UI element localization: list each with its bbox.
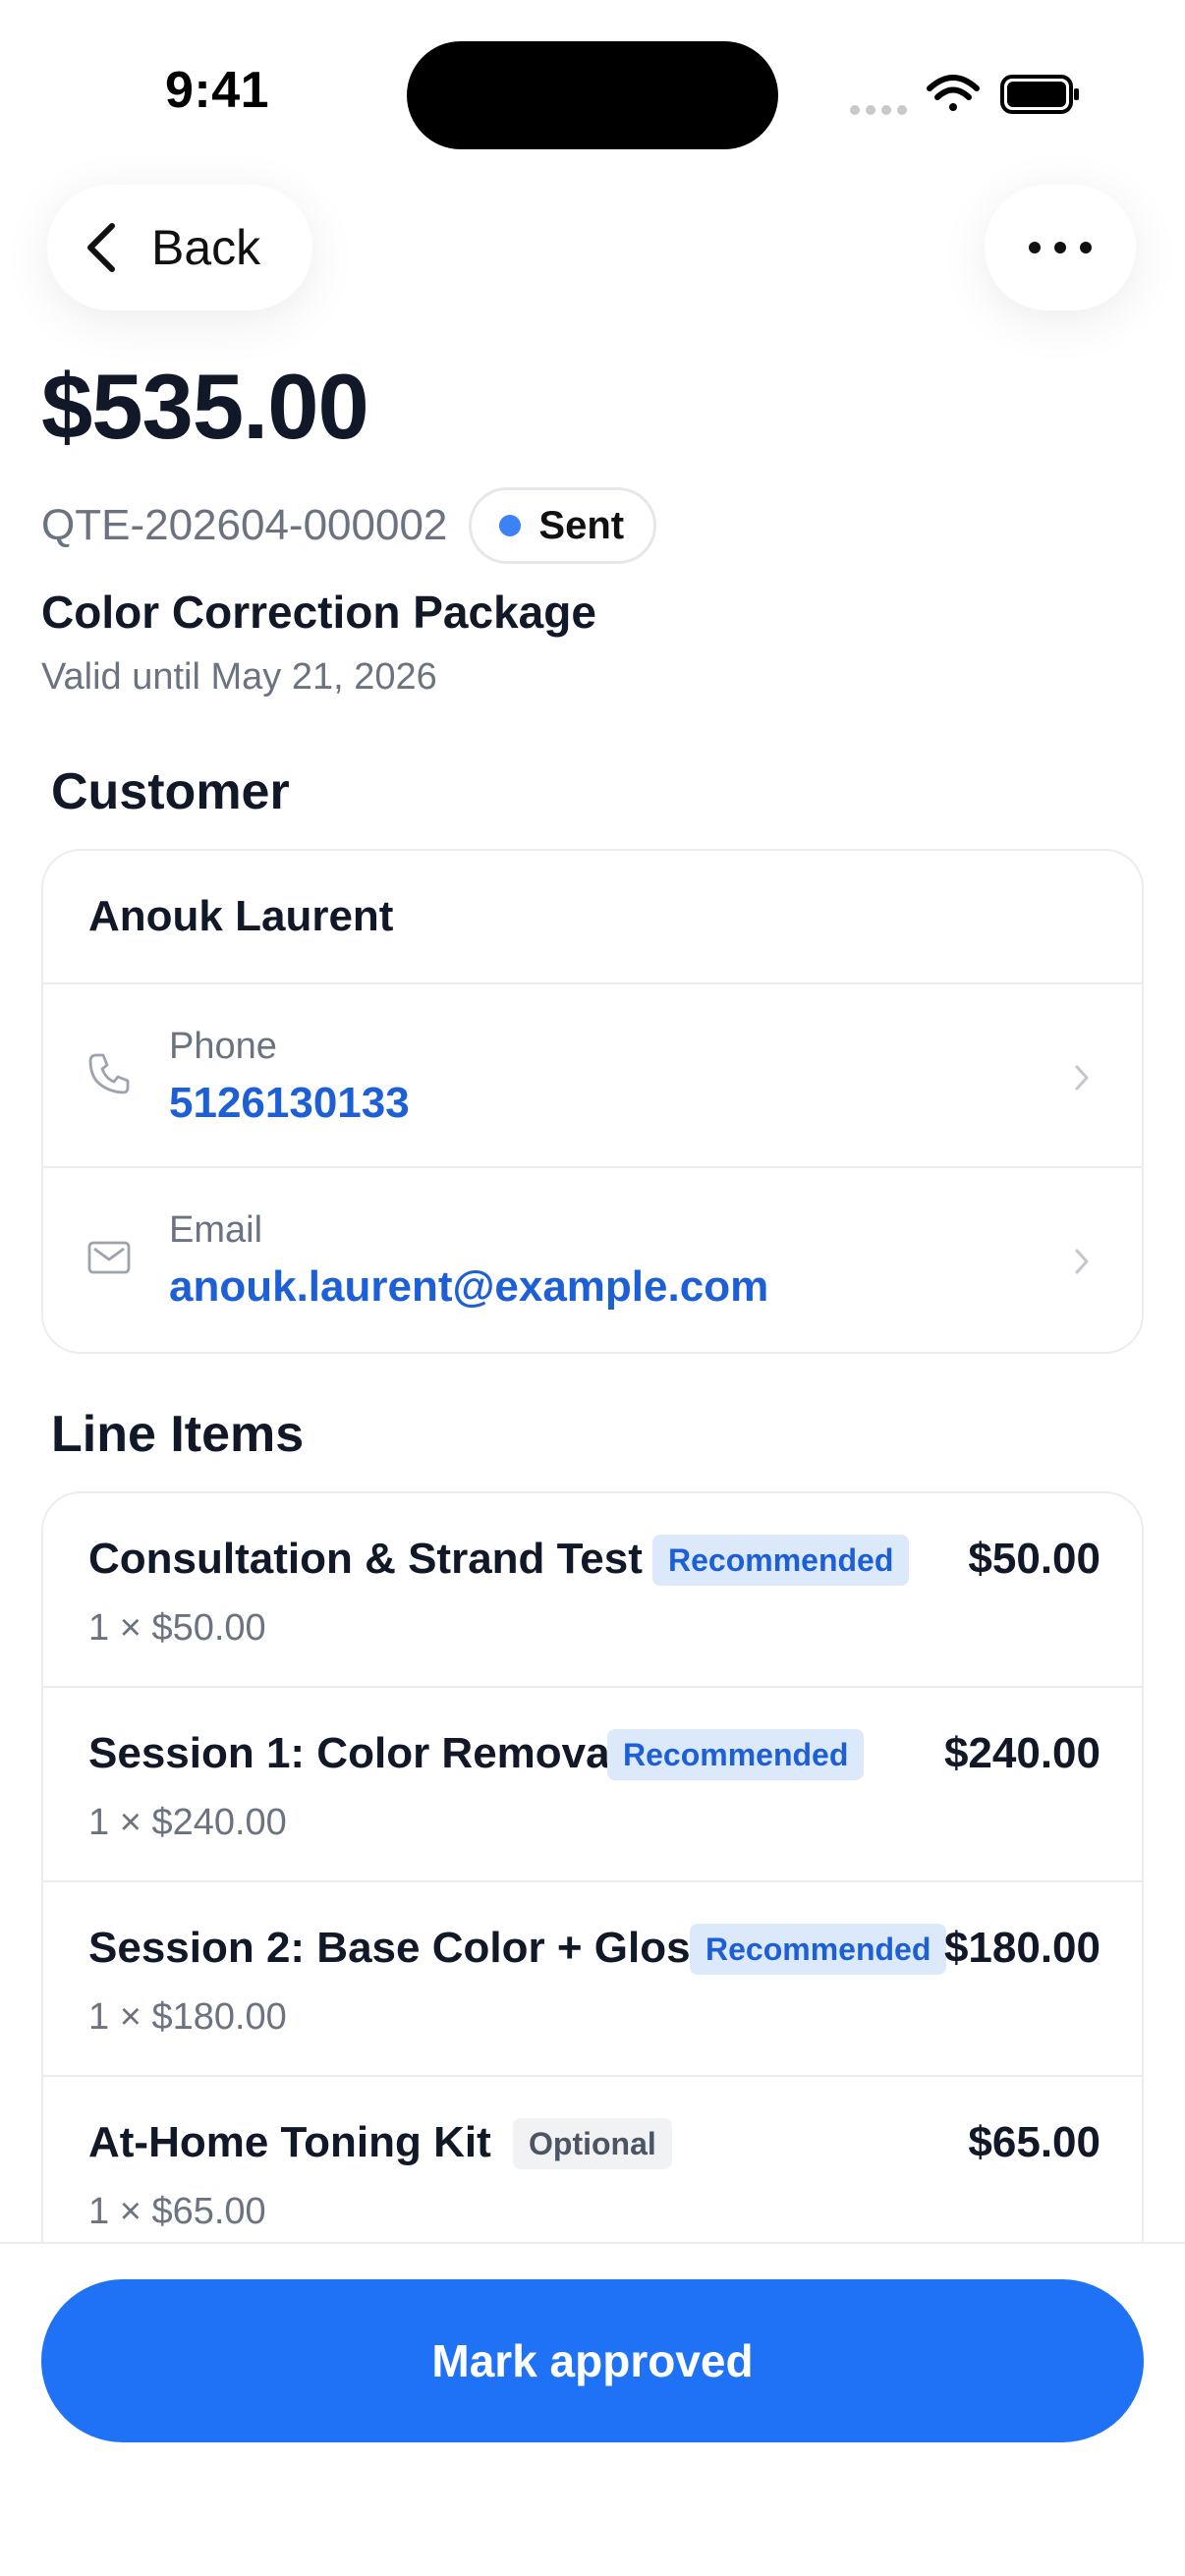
back-button[interactable]: Back — [47, 185, 312, 310]
email-row[interactable]: Email anouk.laurent@example.com — [43, 1168, 1142, 1352]
status-label: Sent — [538, 503, 625, 547]
chevron-right-icon — [1075, 1249, 1089, 1274]
mark-approved-button[interactable]: Mark approved — [41, 2279, 1144, 2442]
status-dot-icon — [499, 515, 522, 536]
status-icons — [850, 75, 1079, 115]
email-value[interactable]: anouk.laurent@example.com — [169, 1262, 768, 1312]
optional-badge: Optional — [513, 2118, 672, 2169]
quote-number: QTE-202604-000002 — [41, 501, 448, 549]
phone-row[interactable]: Phone 5126130133 — [43, 984, 1142, 1168]
line-item-quantity: 1 × $65.00 — [88, 2191, 266, 2232]
line-item-name: Session 1: Color Removal — [88, 1729, 622, 1777]
status-badge: Sent — [469, 487, 657, 564]
phone-label: Phone — [169, 1026, 277, 1067]
bottom-action-bar: Mark approved — [0, 2242, 1185, 2576]
customer-heading: Customer — [51, 763, 290, 820]
line-item-quantity: 1 × $180.00 — [88, 1996, 287, 2038]
line-item-name: At-Home Toning Kit — [88, 2118, 491, 2166]
recommended-badge: Recommended — [607, 1729, 865, 1780]
cellular-signal-icon — [850, 105, 907, 115]
phone-icon — [88, 1053, 130, 1094]
customer-name: Anouk Laurent — [88, 892, 394, 940]
email-label: Email — [169, 1209, 263, 1251]
phone-value[interactable]: 5126130133 — [169, 1079, 410, 1128]
line-item-price: $180.00 — [943, 1924, 1100, 1972]
battery-icon — [1000, 75, 1079, 114]
recommended-badge: Recommended — [652, 1535, 910, 1586]
line-item-row[interactable]: Session 1: Color Removal Recommended $24… — [43, 1688, 1142, 1882]
quote-meta-row: QTE-202604-000002 Sent — [41, 487, 657, 564]
line-item-name: Consultation & Strand Test — [88, 1535, 643, 1583]
line-item-quantity: 1 × $50.00 — [88, 1607, 266, 1649]
valid-until: Valid until May 21, 2026 — [41, 656, 437, 698]
quote-title: Color Correction Package — [41, 587, 596, 638]
line-items-card: Consultation & Strand Test Recommended $… — [41, 1491, 1144, 2277]
more-options-button[interactable] — [985, 185, 1136, 310]
more-dots-icon — [1029, 242, 1041, 253]
line-item-quantity: 1 × $240.00 — [88, 1802, 287, 1843]
line-item-price: $240.00 — [943, 1729, 1100, 1777]
status-time: 9:41 — [165, 62, 270, 119]
quote-detail-screen: 9:41 Back $535.00 QTE-202604-000002 Sent… — [0, 0, 1185, 2576]
dynamic-island — [407, 41, 778, 149]
customer-card: Anouk Laurent Phone 5126130133 Email ano… — [41, 849, 1144, 1354]
line-item-price: $50.00 — [968, 1535, 1100, 1583]
line-items-heading: Line Items — [51, 1406, 305, 1463]
chevron-left-icon — [87, 223, 115, 272]
back-label: Back — [151, 220, 261, 275]
recommended-badge: Recommended — [690, 1924, 947, 1975]
mail-icon — [87, 1241, 131, 1274]
line-item-price: $65.00 — [968, 2118, 1100, 2166]
customer-name-row: Anouk Laurent — [43, 851, 1142, 984]
line-item-row[interactable]: Session 2: Base Color + Gloss Recommende… — [43, 1882, 1142, 2077]
line-item-row[interactable]: Consultation & Strand Test Recommended $… — [43, 1493, 1142, 1688]
quote-amount: $535.00 — [41, 355, 369, 458]
line-item-name: Session 2: Base Color + Gloss — [88, 1924, 715, 1972]
chevron-right-icon — [1075, 1065, 1089, 1091]
wifi-icon — [927, 75, 980, 111]
